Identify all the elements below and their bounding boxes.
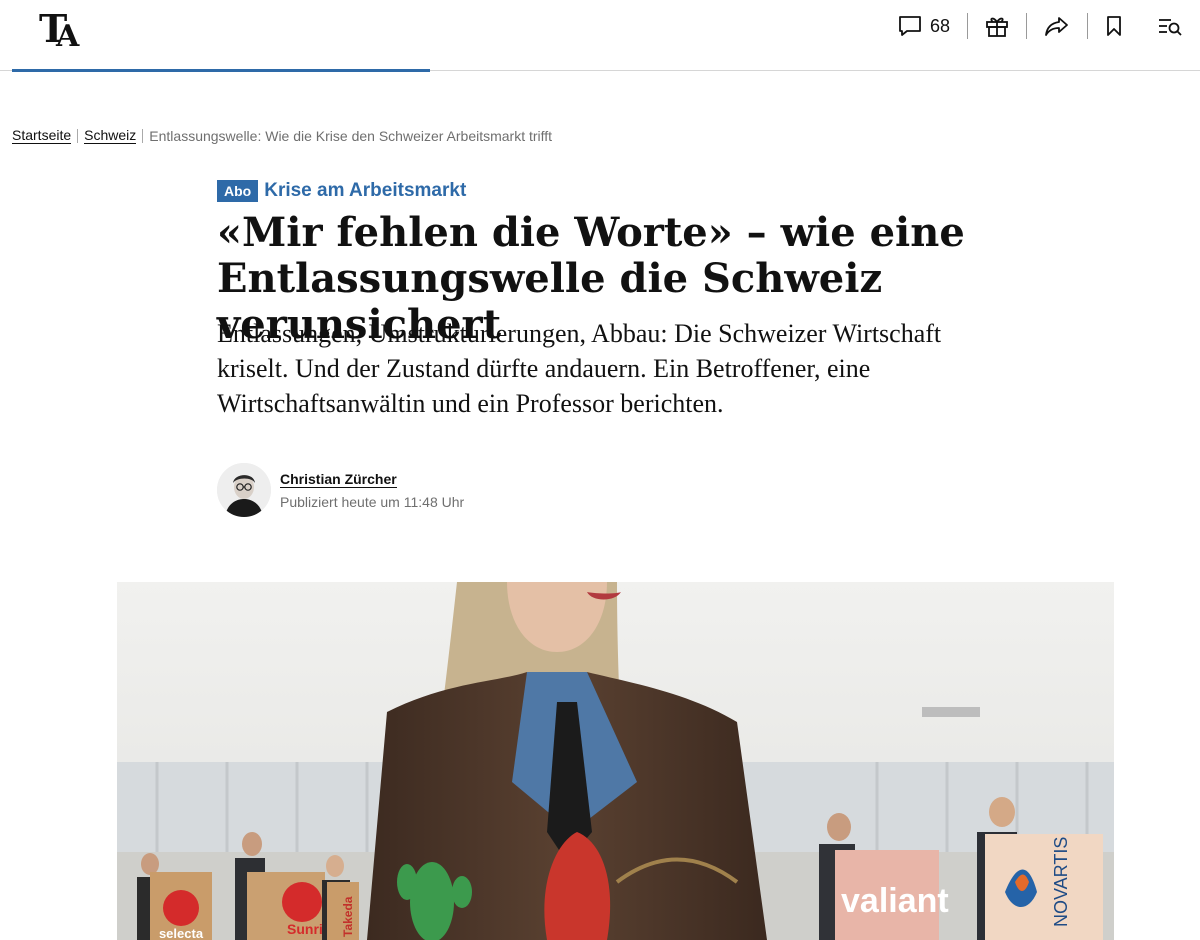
gift-icon [985, 15, 1009, 37]
site-logo[interactable]: T A [38, 4, 84, 54]
svg-text:NOVARTIS: NOVARTIS [1051, 837, 1071, 927]
site-header: T A 68 [0, 0, 1200, 71]
author-block: Christian Zürcher Publiziert heute um 11… [217, 463, 464, 517]
kicker-topic: Krise am Arbeitsmarkt [264, 180, 467, 201]
article-kicker: Abo Krise am Arbeitsmarkt [217, 180, 466, 202]
svg-text:Takeda: Takeda [341, 896, 355, 937]
svg-text:selecta: selecta [159, 926, 204, 940]
comments-count: 68 [929, 15, 950, 36]
reading-progress-bar [12, 69, 430, 72]
breadcrumb-separator [142, 128, 144, 143]
gift-button[interactable] [968, 12, 1026, 40]
abo-badge: Abo [217, 180, 259, 202]
hero-image[interactable]: selecta Sunri Takeda valiant NOVARTIS [117, 582, 1114, 940]
comment-icon [898, 15, 922, 37]
bookmark-icon [1105, 15, 1123, 37]
svg-text:Sunri: Sunri [287, 921, 323, 937]
share-button[interactable] [1027, 12, 1087, 40]
breadcrumb-section-link[interactable]: Schweiz [84, 127, 137, 144]
menu-search-button[interactable] [1140, 12, 1200, 40]
share-icon [1044, 15, 1070, 37]
breadcrumb: Startseite Schweiz Entlassungswelle: Wie… [12, 127, 552, 144]
author-info: Christian Zürcher Publiziert heute um 11… [280, 471, 464, 510]
article-lead: Entlassungen, Umstrukturierungen, Abbau:… [217, 319, 942, 418]
breadcrumb-separator [77, 128, 79, 143]
comments-button[interactable]: 68 [881, 12, 967, 40]
breadcrumb-current: Entlassungswelle: Wie die Krise den Schw… [149, 127, 553, 144]
breadcrumb-home-link[interactable]: Startseite [12, 127, 72, 144]
menu-search-icon [1157, 15, 1183, 37]
author-avatar[interactable] [217, 463, 271, 517]
publish-date: Publiziert heute um 11:48 Uhr [280, 493, 465, 510]
svg-text:A: A [55, 19, 80, 50]
author-name-link[interactable]: Christian Zürcher [280, 471, 397, 488]
header-actions: 68 [881, 0, 1200, 52]
bookmark-button[interactable] [1088, 12, 1140, 40]
svg-text:valiant: valiant [841, 882, 949, 920]
